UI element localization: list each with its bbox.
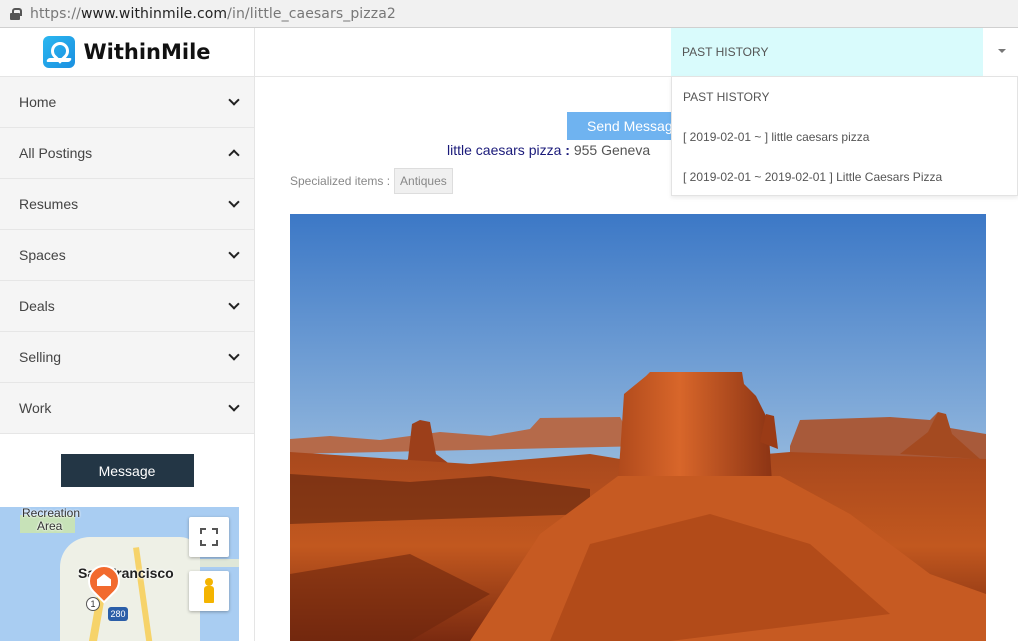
history-option[interactable]: [ 2019-02-01 ~ 2019-02-01 ] Little Caesa… (672, 157, 1017, 197)
history-selected-value: PAST HISTORY (682, 45, 769, 59)
route-shield: 1 (86, 597, 100, 611)
map-label: Area (37, 519, 63, 533)
specialized-tag[interactable]: Antiques (394, 168, 453, 194)
chevron-down-icon (228, 196, 240, 208)
caret-down-icon[interactable] (998, 49, 1006, 53)
desert-landscape-image (290, 214, 986, 641)
sidebar-item-resumes[interactable]: Resumes (0, 179, 254, 230)
sidebar-item-deals[interactable]: Deals (0, 281, 254, 332)
sidebar-item-label: Resumes (19, 196, 79, 212)
business-address: 955 Geneva (573, 142, 651, 158)
message-area: Message (0, 434, 254, 507)
logo-text: WithinMile (83, 40, 211, 64)
chevron-down-icon (228, 349, 240, 361)
sidebar-item-label: Home (19, 94, 57, 110)
send-message-button[interactable]: Send Message (567, 112, 677, 140)
map[interactable]: Recreation Area San Francisco 1 280 (0, 507, 239, 641)
chevron-down-icon (228, 247, 240, 259)
sidebar-item-label: Work (19, 400, 52, 416)
fullscreen-button[interactable] (189, 517, 229, 557)
history-dropdown-menu: PAST HISTORY [ 2019-02-01 ~ ] little cae… (671, 76, 1018, 196)
sidebar-item-label: Spaces (19, 247, 66, 263)
business-info: little caesars pizza : 955 Geneva (447, 142, 650, 158)
map-land (60, 537, 200, 641)
sidebar-item-home[interactable]: Home (0, 77, 254, 128)
business-name: little caesars pizza (447, 142, 562, 158)
address-bar[interactable]: https://www.withinmile.com/in/little_cae… (0, 0, 1018, 28)
business-photo (290, 214, 986, 641)
lock-icon (10, 7, 22, 20)
url-text[interactable]: https://www.withinmile.com/in/little_cae… (30, 6, 396, 22)
sidebar-item-selling[interactable]: Selling (0, 332, 254, 383)
sidebar-item-spaces[interactable]: Spaces (0, 230, 254, 281)
withinmile-logo-icon (43, 36, 76, 68)
chevron-down-icon (228, 400, 240, 412)
street-view-button[interactable] (189, 571, 229, 611)
sidebar-item-work[interactable]: Work (0, 383, 254, 434)
history-option[interactable]: PAST HISTORY (672, 77, 1017, 117)
chevron-down-icon (228, 298, 240, 310)
history-select[interactable]: PAST HISTORY (671, 28, 983, 76)
logo[interactable]: WithinMile (0, 28, 254, 77)
specialized-items: Specialized items : Antiques (290, 168, 453, 194)
sidebar-item-label: All Postings (19, 145, 93, 161)
specialized-label: Specialized items : (290, 174, 391, 188)
message-button[interactable]: Message (60, 454, 194, 487)
separator: : (565, 142, 570, 158)
sidebar-item-label: Selling (19, 349, 62, 365)
fullscreen-icon (200, 528, 218, 546)
sidebar-item-all-postings[interactable]: All Postings (0, 128, 254, 179)
chevron-down-icon (228, 94, 240, 106)
sidebar-item-label: Deals (19, 298, 55, 314)
sidebar-nav: Home All Postings Resumes Spaces Deals S… (0, 77, 254, 434)
route-shield: 280 (108, 607, 128, 621)
pegman-icon (202, 578, 216, 604)
history-option[interactable]: [ 2019-02-01 ~ ] little caesars pizza (672, 117, 1017, 157)
chevron-up-icon (228, 149, 240, 161)
